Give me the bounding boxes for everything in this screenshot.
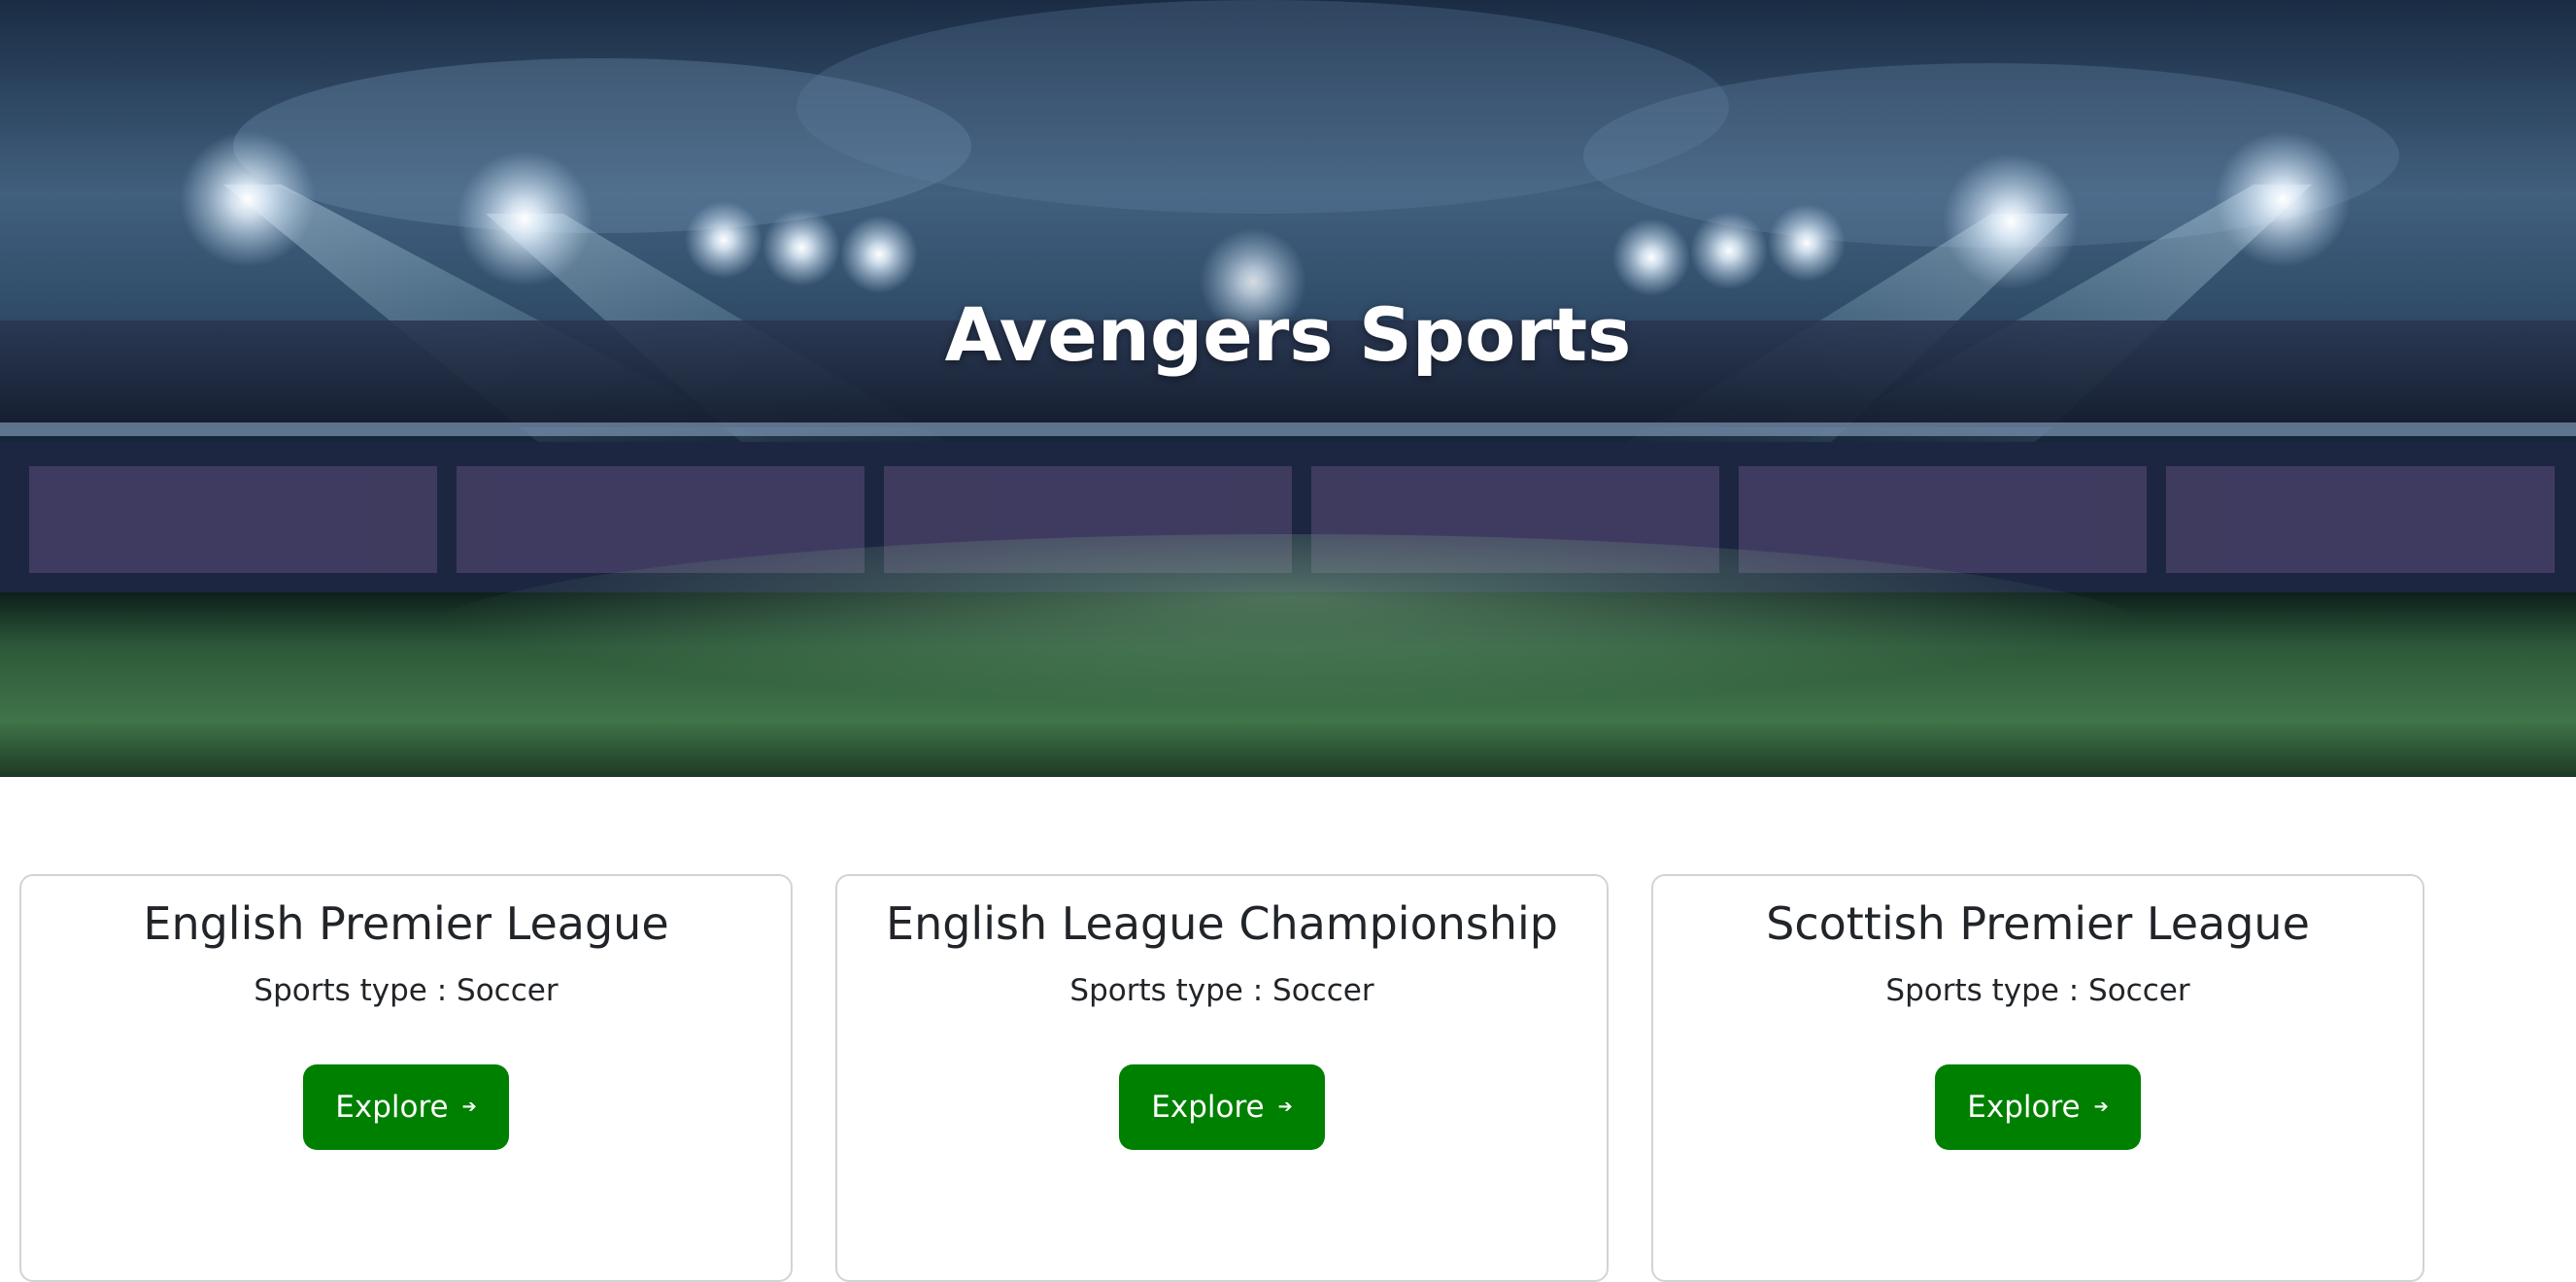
- league-name: Scottish Premier League: [1766, 897, 2310, 950]
- hero-banner: Avengers Sports: [0, 0, 2576, 777]
- explore-button-label: Explore: [1967, 1090, 2081, 1125]
- arrow-right-icon: ➔: [1277, 1096, 1293, 1117]
- sports-type: Sports type : Soccer: [1069, 973, 1374, 1008]
- sports-type: Sports type : Soccer: [1885, 973, 2190, 1008]
- league-card: English League Championship Sports type …: [835, 874, 1609, 1282]
- explore-button[interactable]: Explore ➔: [1935, 1064, 2141, 1150]
- sports-type: Sports type : Soccer: [254, 973, 559, 1008]
- league-card: Scottish Premier League Sports type : So…: [1651, 874, 2424, 1282]
- site-title: Avengers Sports: [944, 291, 1632, 378]
- explore-button-label: Explore: [1151, 1090, 1265, 1125]
- explore-button[interactable]: Explore ➔: [303, 1064, 509, 1150]
- arrow-right-icon: ➔: [2093, 1096, 2109, 1117]
- league-name: English League Championship: [886, 897, 1558, 950]
- arrow-right-icon: ➔: [461, 1096, 477, 1117]
- stadium-background-image: [0, 0, 2576, 777]
- explore-button-label: Explore: [335, 1090, 449, 1125]
- league-card: English Premier League Sports type : Soc…: [19, 874, 793, 1282]
- explore-button[interactable]: Explore ➔: [1119, 1064, 1325, 1150]
- league-name: English Premier League: [143, 897, 669, 950]
